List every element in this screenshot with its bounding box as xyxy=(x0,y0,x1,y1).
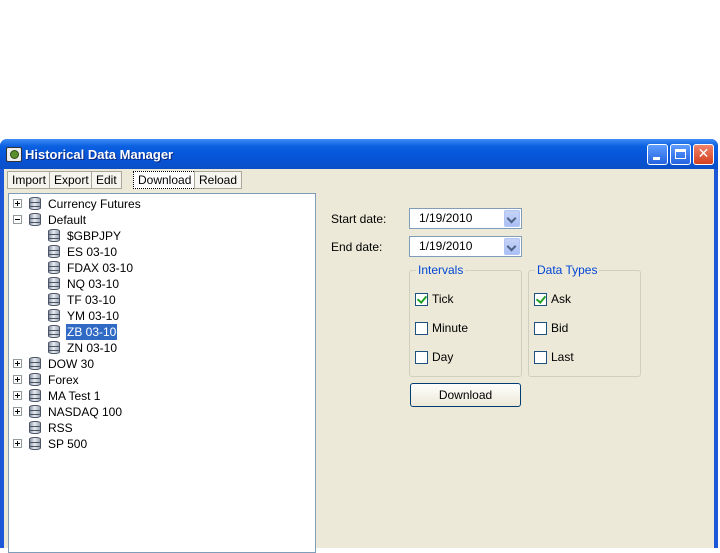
reload-button[interactable]: Reload xyxy=(194,171,243,189)
tree-item-label: Default xyxy=(48,213,87,227)
checkbox-label: Last xyxy=(551,350,574,364)
download-tab-button[interactable]: Download xyxy=(133,171,197,189)
tree-item-label: Currency Futures xyxy=(48,197,141,211)
export-button[interactable]: Export xyxy=(49,171,94,189)
database-icon xyxy=(29,405,41,418)
app-window: Historical Data Manager ✕ Import Export … xyxy=(0,139,718,553)
database-icon xyxy=(48,277,60,290)
intervals-title: Intervals xyxy=(416,263,466,277)
tree-item[interactable]: NASDAQ 100 xyxy=(9,404,309,420)
tree-item[interactable]: ZB 03-10 xyxy=(9,324,309,340)
expand-icon[interactable] xyxy=(13,391,22,400)
start-date-picker[interactable]: 1/19/2010 xyxy=(409,208,522,229)
tree-item[interactable]: ZN 03-10 xyxy=(9,340,309,356)
checkbox-label: Minute xyxy=(432,321,469,335)
tree-item[interactable]: Forex xyxy=(9,372,309,388)
tree-item[interactable]: ES 03-10 xyxy=(9,244,309,260)
database-icon xyxy=(29,437,41,450)
checkbox-label: Day xyxy=(432,350,454,364)
database-icon xyxy=(29,357,41,370)
download-button[interactable]: Download xyxy=(410,383,521,407)
database-icon xyxy=(29,213,41,226)
tree-item[interactable]: $GBPJPY xyxy=(9,228,309,244)
minimize-icon xyxy=(653,157,660,160)
expand-icon[interactable] xyxy=(13,407,22,416)
close-button[interactable]: ✕ xyxy=(693,144,714,165)
checkbox-bid[interactable] xyxy=(534,322,547,335)
database-icon xyxy=(48,229,60,242)
data-types-title: Data Types xyxy=(535,263,600,277)
edit-button[interactable]: Edit xyxy=(91,171,122,189)
tree-item[interactable]: MA Test 1 xyxy=(9,388,309,404)
checkbox-ask[interactable] xyxy=(534,293,547,306)
expand-icon[interactable] xyxy=(13,439,22,448)
tree-item-label: ZN 03-10 xyxy=(67,341,118,355)
end-date-picker[interactable]: 1/19/2010 xyxy=(409,236,522,257)
tree-item[interactable]: RSS xyxy=(9,420,309,436)
intervals-group: Intervals Tick Minute Day xyxy=(409,263,522,377)
tree-item[interactable]: Currency Futures xyxy=(9,196,309,212)
checkbox-day[interactable] xyxy=(415,351,428,364)
end-date-value: 1/19/2010 xyxy=(419,239,473,253)
chevron-down-icon[interactable] xyxy=(504,238,520,255)
checkbox-minute[interactable] xyxy=(415,322,428,335)
start-date-value: 1/19/2010 xyxy=(419,211,473,225)
app-icon xyxy=(6,147,22,162)
database-icon xyxy=(48,325,60,338)
database-icon xyxy=(48,309,60,322)
start-date-label: Start date: xyxy=(331,212,387,226)
checkbox-tick[interactable] xyxy=(415,293,428,306)
client-area: Import Export Edit Download Reload Curre… xyxy=(4,169,714,553)
tree-item-label: NQ 03-10 xyxy=(67,277,120,291)
title-bar[interactable]: Historical Data Manager ✕ xyxy=(0,139,718,169)
database-icon xyxy=(29,197,41,210)
tree-item[interactable]: SP 500 xyxy=(9,436,309,452)
database-icon xyxy=(48,341,60,354)
checkbox-label: Ask xyxy=(551,292,572,306)
expand-icon[interactable] xyxy=(13,199,22,208)
tree-item-label: TF 03-10 xyxy=(67,293,116,307)
checkbox-last[interactable] xyxy=(534,351,547,364)
expand-icon[interactable] xyxy=(13,375,22,384)
database-icon xyxy=(48,293,60,306)
database-icon xyxy=(29,389,41,402)
maximize-icon xyxy=(675,149,686,159)
tree-item[interactable]: YM 03-10 xyxy=(9,308,309,324)
tree-item-label: SP 500 xyxy=(48,437,88,451)
tree-item-label: ES 03-10 xyxy=(67,245,118,259)
tree-item-label: $GBPJPY xyxy=(67,229,122,243)
close-icon: ✕ xyxy=(697,146,710,162)
tree-item[interactable]: FDAX 03-10 xyxy=(9,260,309,276)
checkbox-label: Tick xyxy=(432,292,454,306)
minimize-button[interactable] xyxy=(647,144,668,165)
chevron-down-icon[interactable] xyxy=(504,210,520,227)
tree-item-label: DOW 30 xyxy=(48,357,95,371)
tree-item-label: NASDAQ 100 xyxy=(48,405,123,419)
instrument-tree[interactable]: Currency Futures Default $GBPJPY ES 03-10 FD… xyxy=(8,193,316,553)
tree-item[interactable]: NQ 03-10 xyxy=(9,276,309,292)
database-icon xyxy=(48,245,60,258)
tree-item[interactable]: Default xyxy=(9,212,309,228)
maximize-button[interactable] xyxy=(670,144,691,165)
toolbar: Import Export Edit Download Reload xyxy=(4,169,714,191)
end-date-label: End date: xyxy=(331,240,383,254)
collapse-icon[interactable] xyxy=(13,215,22,224)
database-icon xyxy=(29,421,41,434)
tree-item-label: FDAX 03-10 xyxy=(67,261,134,275)
window-title: Historical Data Manager xyxy=(25,147,174,162)
tree-item[interactable]: TF 03-10 xyxy=(9,292,309,308)
expand-icon[interactable] xyxy=(13,359,22,368)
database-icon xyxy=(29,373,41,386)
tree-item-label: RSS xyxy=(48,421,73,435)
tree-item[interactable]: DOW 30 xyxy=(9,356,309,372)
tree-item-label: Forex xyxy=(48,373,79,387)
checkbox-label: Bid xyxy=(551,321,569,335)
tree-item-label: MA Test 1 xyxy=(48,389,101,403)
data-types-group: Data Types Ask Bid Last xyxy=(528,263,641,377)
tree-item-label: YM 03-10 xyxy=(67,309,120,323)
tree-item-label: ZB 03-10 xyxy=(66,324,118,340)
database-icon xyxy=(48,261,60,274)
import-button[interactable]: Import xyxy=(7,171,52,189)
